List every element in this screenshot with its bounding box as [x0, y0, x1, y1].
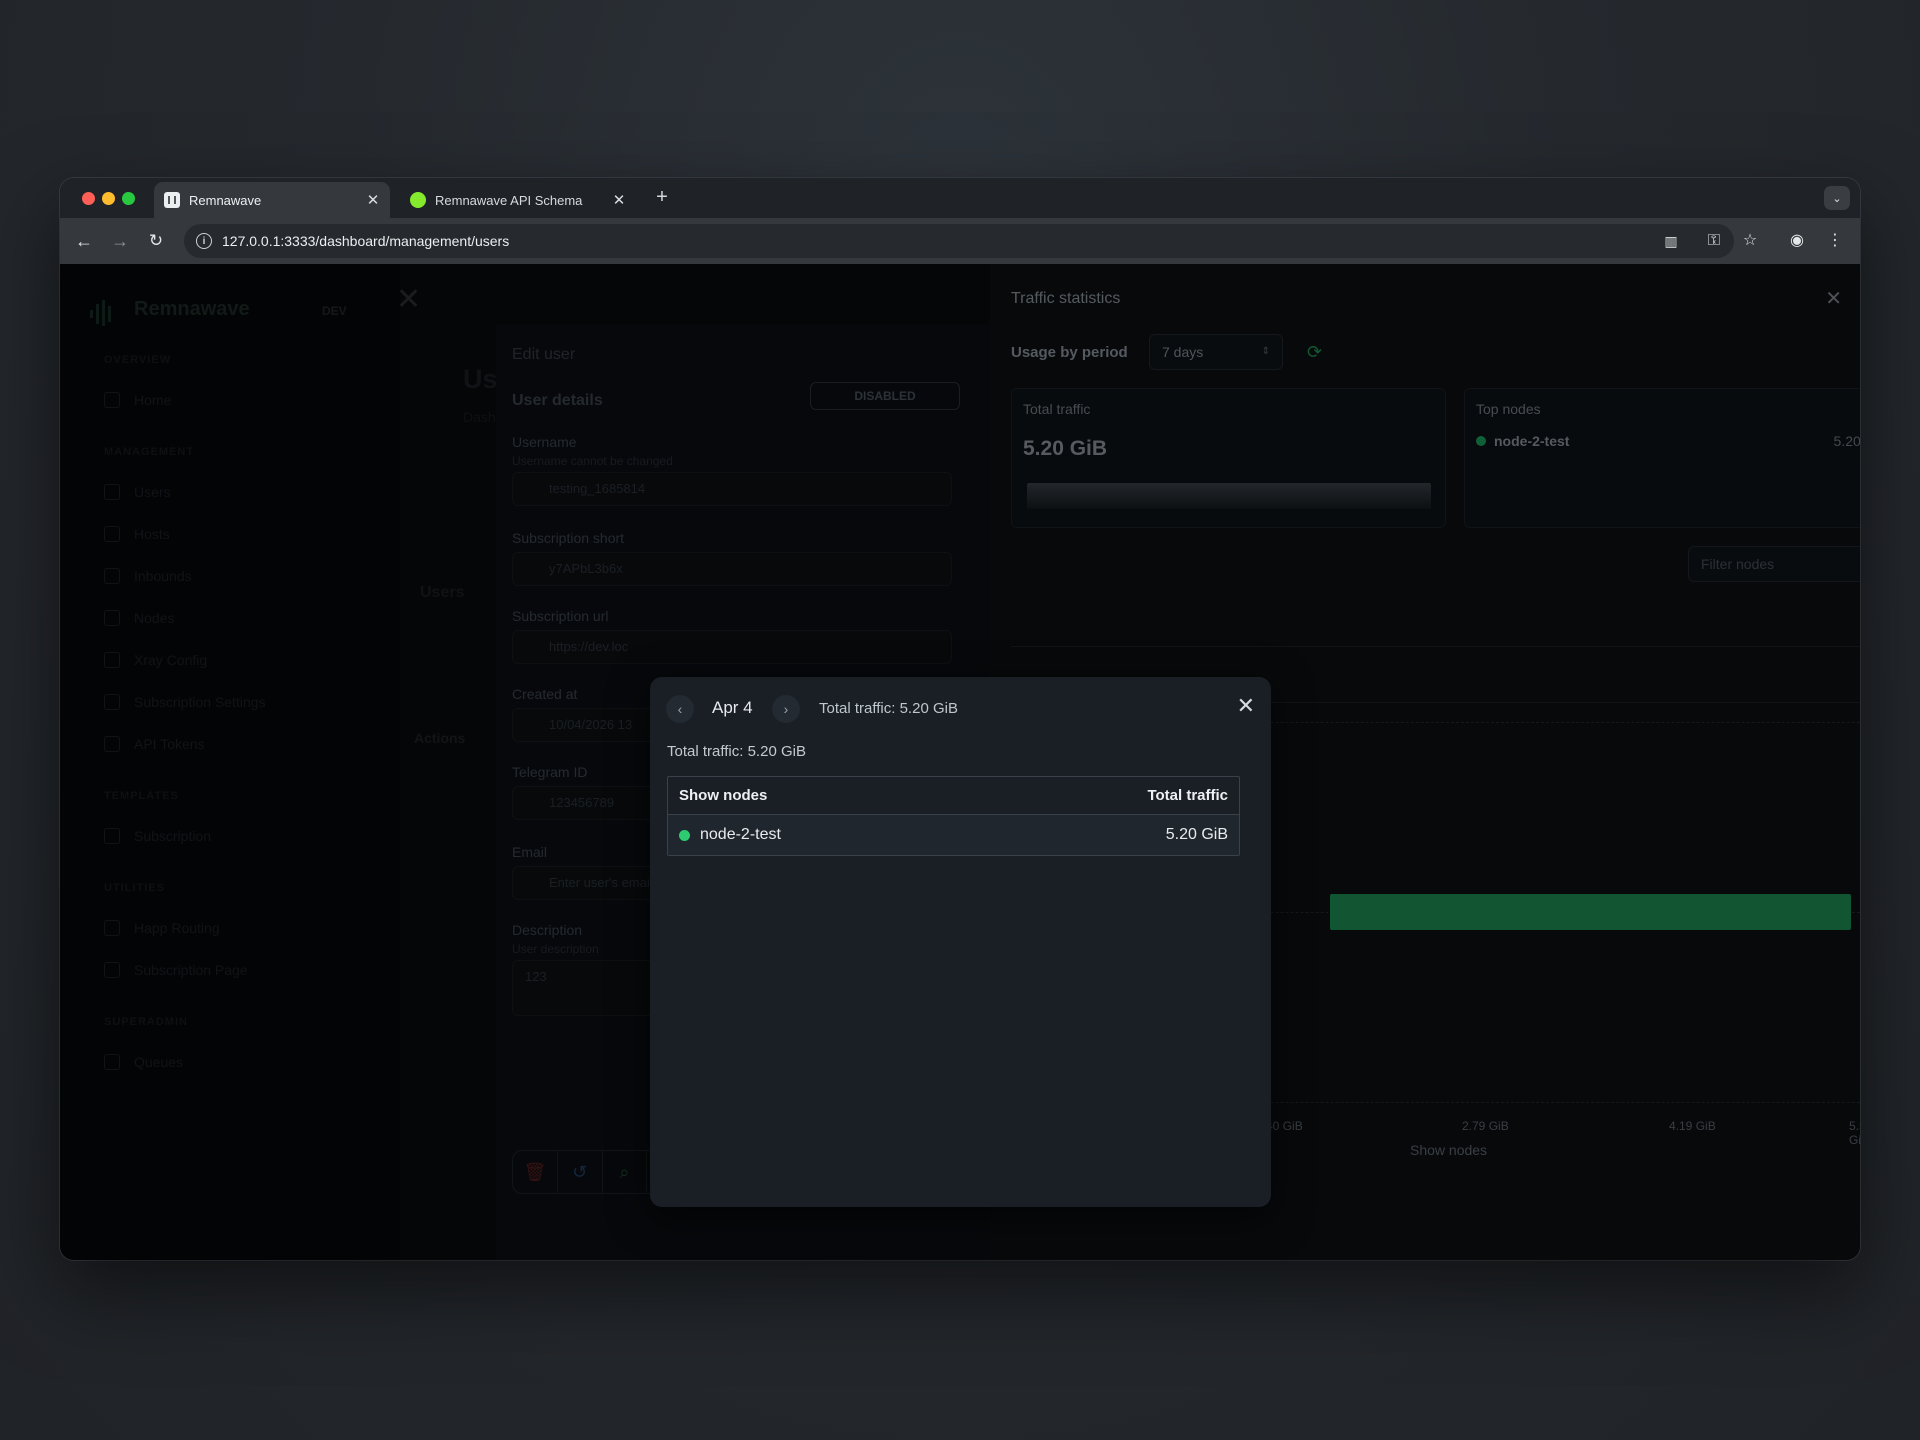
- tab-label: Remnawave: [189, 192, 262, 208]
- site-info-icon[interactable]: i: [196, 233, 212, 249]
- new-tab-icon[interactable]: +: [650, 186, 674, 209]
- column-header-traffic: Total traffic: [1147, 787, 1228, 804]
- modal-date: Apr 4: [712, 698, 753, 717]
- forward-arrow-icon[interactable]: →: [108, 229, 132, 253]
- title-bar: Remnawave ✕ Remnawave API Schema ✕ + ⌄: [60, 178, 1860, 218]
- node-name: node-2-test: [700, 826, 781, 843]
- tab-close-icon[interactable]: ✕: [608, 191, 630, 209]
- page-content: Remnawave DEV OVERVIEW Home MANAGEMENT U…: [60, 264, 1860, 1260]
- chevron-right-icon[interactable]: ›: [772, 695, 800, 723]
- extension-icon[interactable]: ▥: [1660, 230, 1682, 252]
- browser-toolbar: ← → ↻ i 127.0.0.1:3333/dashboard/managem…: [60, 218, 1860, 264]
- tab-close-icon[interactable]: ✕: [362, 191, 384, 209]
- bookmark-star-icon[interactable]: ☆: [1739, 230, 1761, 252]
- modal-header-total: Total traffic: 5.20 GiB: [819, 700, 958, 717]
- more-menu-icon[interactable]: ⋮: [1824, 230, 1846, 252]
- tab-search-chevron-icon[interactable]: ⌄: [1824, 186, 1850, 210]
- close-window-button[interactable]: [82, 192, 95, 205]
- status-dot-icon: [679, 829, 690, 841]
- url-text: 127.0.0.1:3333/dashboard/management/user…: [222, 233, 510, 249]
- back-arrow-icon[interactable]: ←: [72, 229, 96, 253]
- tab-remnawave[interactable]: Remnawave ✕: [154, 182, 390, 218]
- modal-total: Total traffic: 5.20 GiB: [667, 743, 806, 760]
- reload-icon[interactable]: ↻: [144, 229, 168, 253]
- remnawave-favicon-icon: [164, 192, 180, 208]
- node-traffic: 5.20 GiB: [1165, 826, 1228, 843]
- column-header-nodes: Show nodes: [679, 787, 768, 804]
- tab-label: Remnawave API Schema: [435, 192, 583, 208]
- address-bar[interactable]: i 127.0.0.1:3333/dashboard/management/us…: [184, 224, 1734, 258]
- tab-api-schema[interactable]: Remnawave API Schema ✕: [400, 182, 636, 218]
- key-icon[interactable]: ⚿: [1703, 230, 1725, 252]
- chevron-left-icon[interactable]: ‹: [666, 695, 694, 723]
- profile-icon[interactable]: ◉: [1786, 230, 1808, 252]
- daily-traffic-modal: ‹ Apr 4 › Total traffic: 5.20 GiB ✕ Tota…: [650, 677, 1271, 1207]
- browser-window: Remnawave ✕ Remnawave API Schema ✕ + ⌄ ←…: [60, 178, 1860, 1260]
- table-header: Show nodes Total traffic: [668, 777, 1239, 815]
- maximize-window-button[interactable]: [122, 192, 135, 205]
- table-row: node-2-test 5.20 GiB: [668, 815, 1239, 855]
- swagger-favicon-icon: [410, 192, 426, 208]
- minimize-window-button[interactable]: [102, 192, 115, 205]
- close-icon[interactable]: ✕: [1237, 693, 1255, 719]
- node-traffic-table: Show nodes Total traffic node-2-test 5.2…: [667, 776, 1240, 856]
